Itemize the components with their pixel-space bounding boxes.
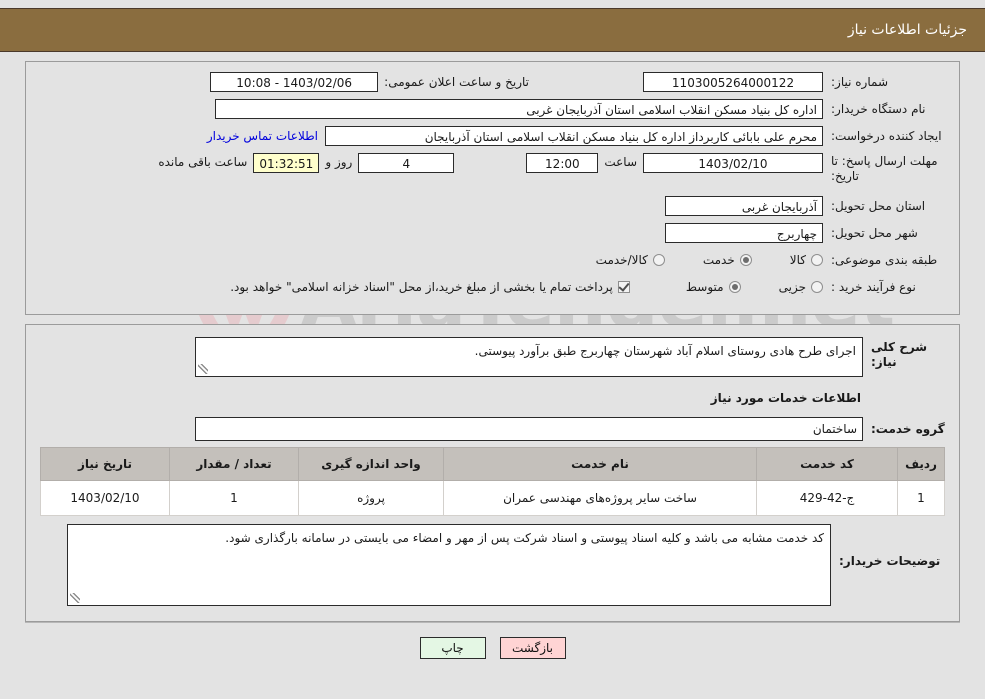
button-bar: بازگشت چاپ xyxy=(25,637,960,659)
category-radio-group: کالا خدمت کالا/خدمت xyxy=(562,253,823,267)
announce-datetime-value: 1403/02/06 - 10:08 xyxy=(210,72,379,92)
category-option-label: کالا/خدمت xyxy=(595,253,648,267)
process-option-label: جزیی xyxy=(778,280,806,294)
radio-icon[interactable] xyxy=(739,254,752,266)
buyer-org-value: اداره کل بنیاد مسکن انقلاب اسلامی استان … xyxy=(215,99,823,119)
buyer-contact-link[interactable]: اطلاعات تماس خریدار xyxy=(200,129,325,143)
radio-icon[interactable] xyxy=(728,281,741,293)
col-service-name: نام خدمت xyxy=(443,447,757,481)
category-option-kala-khedmat[interactable]: کالا/خدمت xyxy=(596,253,665,267)
service-group-label: گروه خدمت: xyxy=(871,421,945,436)
category-option-kala[interactable]: کالا xyxy=(790,253,823,267)
general-description-label: شرح کلی نیاز: xyxy=(871,340,928,369)
process-option-jozei[interactable]: جزیی xyxy=(779,280,823,294)
row-city: شهر محل تحویل: چهاربرج xyxy=(36,222,949,244)
radio-icon[interactable] xyxy=(811,281,823,293)
remaining-time-value: 01:32:51 xyxy=(253,153,320,173)
row-deadline: مهلت ارسال پاسخ: تا تاریخ: 1403/02/10 سا… xyxy=(36,152,949,184)
cell-quantity: 1 xyxy=(169,480,299,516)
back-button[interactable]: بازگشت xyxy=(499,637,566,659)
service-group-value: ساختمان xyxy=(195,417,863,441)
cell-radif: 1 xyxy=(897,480,945,516)
row-buyer-notes: توضیحات خریدار: کد خدمت مشابه می باشد و … xyxy=(36,524,949,606)
deadline-hour-label: ساعت xyxy=(604,155,637,169)
page-header: جزئیات اطلاعات نیاز xyxy=(0,8,985,52)
row-service-group: گروه خدمت: ساختمان xyxy=(36,417,949,441)
row-category: طبقه بندی موضوعی: کالا خدمت کالا/خدمت xyxy=(36,249,949,271)
category-option-label: کالا xyxy=(789,253,806,267)
row-general-description: شرح کلی نیاز: اجرای طرح هادی روستای اسلا… xyxy=(36,337,949,377)
need-description-panel: شرح کلی نیاز: اجرای طرح هادی روستای اسلا… xyxy=(25,324,960,622)
city-value: چهاربرج xyxy=(665,223,823,243)
category-option-label: خدمت xyxy=(702,253,735,267)
province-value: آذربایجان غربی xyxy=(665,196,823,216)
row-province: استان محل تحویل: آذربایجان غربی xyxy=(36,195,949,217)
process-radio-group: جزیی متوسط xyxy=(652,280,823,294)
page-title: جزئیات اطلاعات نیاز xyxy=(847,22,967,38)
process-option-label: متوسط xyxy=(685,280,724,294)
deadline-hour-value: 12:00 xyxy=(526,153,599,173)
col-service-code: کد خدمت xyxy=(756,447,898,481)
checkbox-icon[interactable] xyxy=(617,281,630,293)
buyer-org-label: نام دستگاه خریدار: xyxy=(831,101,926,116)
col-unit: واحد اندازه گیری xyxy=(298,447,444,481)
city-label: شهر محل تحویل: xyxy=(831,225,918,240)
buyer-notes-label: توضیحات خریدار: xyxy=(839,554,941,568)
footer-bar: بازگشت چاپ xyxy=(25,637,960,659)
need-info-panel: شماره نیاز: 1103005264000122 تاریخ و ساع… xyxy=(25,61,960,315)
remaining-time-label: ساعت باقی مانده xyxy=(158,155,248,169)
services-table: ردیف کد خدمت نام خدمت واحد اندازه گیری ت… xyxy=(40,447,945,516)
province-label: استان محل تحویل: xyxy=(831,198,926,213)
col-quantity: تعداد / مقدار xyxy=(169,447,299,481)
general-description-textarea[interactable]: اجرای طرح هادی روستای اسلام آباد شهرستان… xyxy=(195,337,863,377)
cell-service-name: ساخت سایر پروژه‌های مهندسی عمران xyxy=(443,480,757,516)
cell-service-code: ج-42-429 xyxy=(756,480,898,516)
process-label: نوع فرآیند خرید : xyxy=(831,279,916,294)
treasury-checkbox-row[interactable]: پرداخت تمام یا بخشی از مبلغ خرید،از محل … xyxy=(230,280,630,294)
footer-divider xyxy=(25,622,960,623)
creator-value: محرم علی بابائی کاربرداز اداره کل بنیاد … xyxy=(325,126,823,146)
row-need-number: شماره نیاز: 1103005264000122 تاریخ و ساع… xyxy=(36,71,949,93)
process-option-motavaset[interactable]: متوسط xyxy=(686,280,741,294)
remaining-days-value: 4 xyxy=(358,153,455,173)
category-label: طبقه بندی موضوعی: xyxy=(831,252,938,267)
row-process: نوع فرآیند خرید : جزیی متوسط پرداخت تمام… xyxy=(36,276,949,298)
table-header-row: ردیف کد خدمت نام خدمت واحد اندازه گیری ت… xyxy=(40,447,945,481)
col-need-date: تاریخ نیاز xyxy=(40,447,170,481)
print-button[interactable]: چاپ xyxy=(419,637,486,659)
radio-icon[interactable] xyxy=(811,254,823,266)
cell-need-date: 1403/02/10 xyxy=(40,480,170,516)
category-option-khedmat[interactable]: خدمت xyxy=(703,253,752,267)
col-radif: ردیف xyxy=(897,447,945,481)
need-number-label: شماره نیاز: xyxy=(831,74,888,89)
announce-datetime-label: تاریخ و ساعت اعلان عمومی: xyxy=(384,75,529,89)
creator-label: ایجاد کننده درخواست: xyxy=(831,128,942,143)
cell-unit: پروژه xyxy=(298,480,444,516)
radio-icon[interactable] xyxy=(652,254,665,266)
row-buyer-org: نام دستگاه خریدار: اداره کل بنیاد مسکن ا… xyxy=(36,98,949,120)
table-row: 1 ج-42-429 ساخت سایر پروژه‌های مهندسی عم… xyxy=(40,480,945,516)
services-section-title: اطلاعات خدمات مورد نیاز xyxy=(710,391,861,405)
treasury-text: پرداخت تمام یا بخشی از مبلغ خرید،از محل … xyxy=(230,280,613,294)
remaining-days-label: روز و xyxy=(325,155,353,169)
buyer-notes-textarea[interactable]: کد خدمت مشابه می باشد و کلیه اسناد پیوست… xyxy=(67,524,831,606)
deadline-label: مهلت ارسال پاسخ: تا تاریخ: xyxy=(831,154,938,183)
row-creator: ایجاد کننده درخواست: محرم علی بابائی کار… xyxy=(36,125,949,147)
deadline-date-value: 1403/02/10 xyxy=(643,153,823,173)
need-number-value: 1103005264000122 xyxy=(643,72,823,92)
